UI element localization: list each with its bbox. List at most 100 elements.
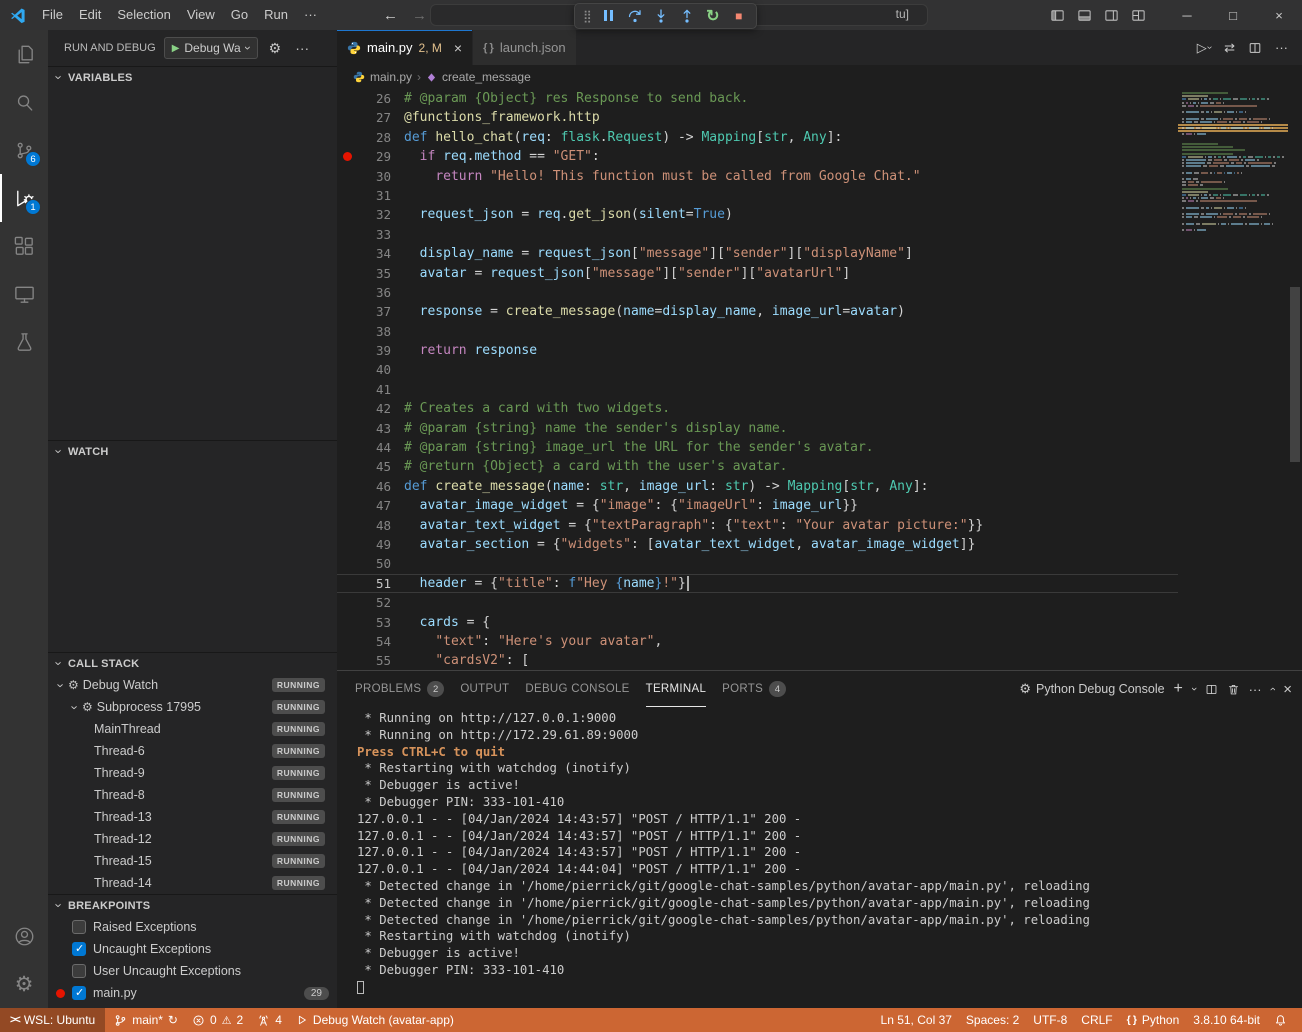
pause-button[interactable] (597, 5, 621, 27)
activity-source-control-icon[interactable]: 6 (0, 126, 48, 174)
activity-accounts-icon[interactable] (0, 912, 48, 960)
code-line[interactable]: 34 display_name = request_json["message"… (337, 244, 1178, 263)
python-interpreter[interactable]: 3.8.10 64-bit (1186, 1008, 1267, 1032)
breakpoint-item[interactable]: Raised Exceptions (48, 916, 337, 938)
debug-status[interactable]: Debug Watch (avatar-app) (289, 1008, 461, 1032)
code-line[interactable]: 38 (337, 322, 1178, 341)
panel-tab-output[interactable]: OUTPUT (460, 671, 509, 707)
panel-more-icon[interactable]: ··· (1249, 682, 1262, 697)
toggle-panel-icon[interactable] (1077, 8, 1092, 23)
breakpoint-item[interactable]: main.py29 (48, 982, 337, 1004)
kill-terminal-icon[interactable] (1227, 683, 1240, 696)
code-line[interactable]: 55 "cardsV2": [ (337, 651, 1178, 670)
step-into-button[interactable] (649, 5, 673, 27)
breakpoint-gutter[interactable] (337, 496, 357, 515)
code-line[interactable]: 27@functions_framework.http (337, 108, 1178, 127)
breadcrumb-symbol[interactable]: create_message (442, 70, 531, 84)
run-python-file-button[interactable]: ▷› (1197, 40, 1211, 56)
close-window-button[interactable]: × (1256, 0, 1302, 30)
code-line[interactable]: 26# @param {Object} res Response to send… (337, 89, 1178, 108)
open-changes-icon[interactable]: ⇄ (1224, 40, 1235, 56)
breakpoint-gutter[interactable] (337, 360, 357, 379)
breakpoint-gutter[interactable] (337, 264, 357, 283)
eol[interactable]: CRLF (1074, 1008, 1119, 1032)
breakpoint-gutter[interactable] (337, 89, 357, 108)
breadcrumb-file[interactable]: main.py (370, 70, 412, 84)
breakpoint-gutter[interactable] (337, 632, 357, 651)
git-branch[interactable]: main*↻ (107, 1008, 185, 1032)
forward-arrow-icon[interactable]: → (412, 7, 427, 24)
editor-more-actions-icon[interactable]: ··· (1275, 40, 1288, 55)
code-line[interactable]: 42# Creates a card with two widgets. (337, 399, 1178, 418)
code-line[interactable]: 45# @return {Object} a card with the use… (337, 457, 1178, 476)
ports-status[interactable]: 4 (250, 1008, 289, 1032)
call-stack-item[interactable]: Thread-12RUNNING (48, 828, 337, 850)
activity-run-and-debug-icon[interactable]: 1 (0, 174, 48, 222)
call-stack-item[interactable]: MainThreadRUNNING (48, 718, 337, 740)
variables-section-header[interactable]: › VARIABLES (48, 66, 337, 88)
call-stack-item[interactable]: Thread-15RUNNING (48, 850, 337, 872)
breakpoint-gutter[interactable] (337, 380, 357, 399)
breakpoint-checkbox[interactable] (72, 964, 86, 978)
code-line[interactable]: 37 response = create_message(name=displa… (337, 302, 1178, 321)
scrollbar-thumb[interactable] (1290, 287, 1300, 462)
activity-settings-icon[interactable]: ⚙ (0, 960, 48, 1008)
sidebar-more-icon[interactable]: ··· (292, 40, 312, 56)
activity-testing-icon[interactable] (0, 318, 48, 366)
code-line[interactable]: 52 (337, 593, 1178, 612)
problems-status[interactable]: 0⚠2 (185, 1008, 250, 1032)
menu-run[interactable]: Run (256, 0, 296, 30)
code-line[interactable]: 51 header = {"title": f"Hey {name}!"} (337, 574, 1178, 593)
breakpoint-gutter[interactable] (337, 341, 357, 360)
breakpoint-gutter[interactable] (337, 283, 357, 302)
back-arrow-icon[interactable]: ← (383, 7, 398, 24)
breakpoint-gutter[interactable] (337, 186, 357, 205)
code-line[interactable]: 32 request_json = req.get_json(silent=Tr… (337, 205, 1178, 224)
breakpoints-section-header[interactable]: › BREAKPOINTS (48, 894, 337, 916)
code-line[interactable]: 36 (337, 283, 1178, 302)
menu-overflow-icon[interactable]: ··· (296, 0, 325, 30)
breakpoint-item[interactable]: Uncaught Exceptions (48, 938, 337, 960)
breakpoint-gutter[interactable] (337, 457, 357, 476)
breakpoint-gutter[interactable] (337, 244, 357, 263)
code-line[interactable]: 40 (337, 360, 1178, 379)
code-line[interactable]: 29 if req.method == "GET": (337, 147, 1178, 166)
maximize-panel-icon[interactable]: › (1266, 687, 1278, 691)
code-line[interactable]: 31 (337, 186, 1178, 205)
code-line[interactable]: 47 avatar_image_widget = {"image": {"ima… (337, 496, 1178, 515)
breakpoint-gutter[interactable] (337, 593, 357, 612)
code-line[interactable]: 53 cards = { (337, 613, 1178, 632)
minimize-button[interactable]: ─ (1164, 0, 1210, 30)
call-stack-item[interactable]: ›⚙Subprocess 17995RUNNING (48, 696, 337, 718)
maximize-button[interactable]: □ (1210, 0, 1256, 30)
code-line[interactable]: 46def create_message(name: str, image_ur… (337, 477, 1178, 496)
terminal-output[interactable]: * Running on http://127.0.0.1:9000 * Run… (337, 707, 1302, 1008)
breakpoint-checkbox[interactable] (72, 920, 86, 934)
console-selector[interactable]: ⚙ Python Debug Console (1019, 681, 1164, 697)
breakpoint-gutter[interactable] (337, 322, 357, 341)
cursor-position[interactable]: Ln 51, Col 37 (874, 1008, 959, 1032)
tab-main-py[interactable]: main.py 2, M × (337, 30, 473, 65)
split-terminal-icon[interactable] (1205, 683, 1218, 696)
code-line[interactable]: 44# @param {string} image_url the URL fo… (337, 438, 1178, 457)
call-stack-item[interactable]: Thread-6RUNNING (48, 740, 337, 762)
breakpoint-gutter[interactable] (337, 516, 357, 535)
code-line[interactable]: 49 avatar_section = {"widgets": [avatar_… (337, 535, 1178, 554)
activity-extensions-icon[interactable] (0, 222, 48, 270)
close-tab-icon[interactable]: × (454, 40, 462, 56)
code-line[interactable]: 30 return "Hello! This function must be … (337, 167, 1178, 186)
debug-config-dropdown[interactable]: ▶ Debug Wa › (164, 37, 258, 59)
activity-search-icon[interactable] (0, 78, 48, 126)
breakpoint-dot-icon[interactable] (337, 147, 357, 166)
debug-gear-icon[interactable]: ⚙ (266, 40, 285, 57)
tab-launch-json[interactable]: { } launch.json (473, 30, 577, 65)
code-line[interactable]: 28def hello_chat(req: flask.Request) -> … (337, 128, 1178, 147)
breakpoint-gutter[interactable] (337, 613, 357, 632)
breakpoint-gutter[interactable] (337, 399, 357, 418)
code-line[interactable]: 43# @param {string} name the sender's di… (337, 419, 1178, 438)
menu-view[interactable]: View (179, 0, 223, 30)
breakpoint-gutter[interactable] (337, 554, 357, 573)
code-editor[interactable]: 26# @param {Object} res Response to send… (337, 89, 1302, 670)
call-stack-item[interactable]: Thread-9RUNNING (48, 762, 337, 784)
code-line[interactable]: 50 (337, 554, 1178, 573)
